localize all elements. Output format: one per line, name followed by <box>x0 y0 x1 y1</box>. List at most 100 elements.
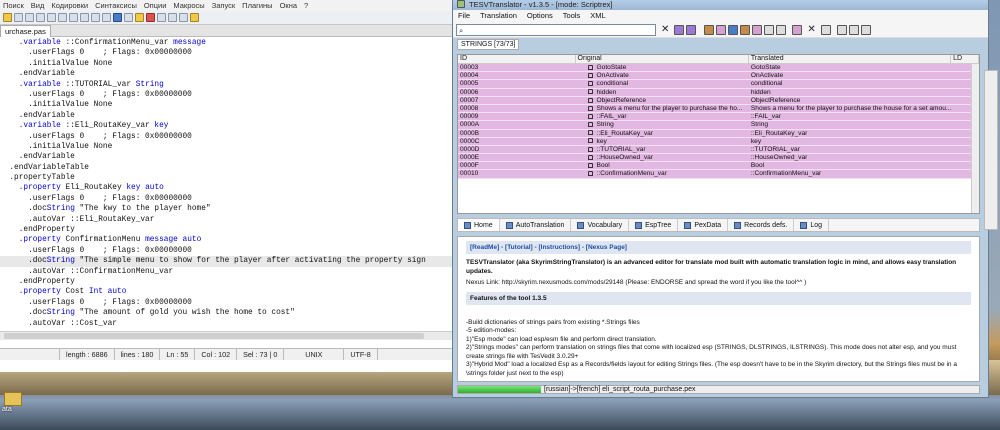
translator-menu-item[interactable]: Tools <box>563 11 581 21</box>
code-line[interactable]: .endVariable <box>0 152 452 162</box>
import-icon[interactable] <box>848 24 859 35</box>
file-tab[interactable]: urchase.pas <box>0 25 51 37</box>
zoom-icon[interactable] <box>113 13 122 22</box>
user-icon[interactable] <box>860 24 871 35</box>
code-line[interactable]: .docString "The kwy to the player home" <box>0 204 452 214</box>
find-icon[interactable] <box>91 13 100 22</box>
grid-row[interactable]: 00007 ObjectReference ObjectReference <box>458 96 979 105</box>
code-line[interactable]: .userFlags 0 ; Flags: 0x00000000 <box>0 90 452 100</box>
code-line[interactable]: .property Cost Int auto <box>0 287 452 297</box>
row-translated[interactable]: Bool <box>749 162 951 169</box>
code-line[interactable]: .userFlags 0 ; Flags: 0x00000000 <box>0 246 452 256</box>
new-file-icon[interactable] <box>3 13 12 22</box>
column-translated[interactable]: Translated <box>749 55 952 63</box>
open-file-icon[interactable] <box>14 13 23 22</box>
play-icon[interactable] <box>168 13 177 22</box>
code-line[interactable]: .docString "The simple menu to show for … <box>0 256 452 267</box>
row-translated[interactable]: ::TUTORIAL_var <box>749 146 951 153</box>
code-line[interactable]: .docString "The amount of gold you wish … <box>0 308 452 318</box>
color-filter-4-icon[interactable] <box>740 24 751 35</box>
tab-log[interactable]: Log <box>794 219 830 231</box>
tab-pexdata[interactable]: PexData <box>678 219 729 231</box>
tab-records-defs[interactable]: Records defs. <box>728 219 795 231</box>
grid-row[interactable]: 00004 OnActivate OnActivate <box>458 72 979 81</box>
select-all-icon[interactable] <box>792 24 803 35</box>
code-line[interactable]: .endVariable <box>0 111 452 121</box>
code-line[interactable]: .initialValue None <box>0 59 452 69</box>
row-translated[interactable]: ::Eli_RoutaKey_var <box>749 130 951 137</box>
color-filter-5-icon[interactable] <box>752 24 763 35</box>
tab-vocabulary[interactable]: Vocabulary <box>571 219 630 231</box>
code-area[interactable]: .variable ::ConfirmationMenu_var message… <box>0 38 452 330</box>
menu-item[interactable]: Окна <box>280 1 297 10</box>
code-line[interactable]: .property Eli_RoutaKey key auto <box>0 183 452 193</box>
grid-row[interactable]: 0000F Bool Bool <box>458 162 979 171</box>
code-line[interactable]: .autoVar ::Eli_RoutaKey_var <box>0 215 452 225</box>
grid-row[interactable]: 0000E::HouseOwned_var::HouseOwned_var <box>458 154 979 163</box>
record-icon[interactable] <box>146 13 155 22</box>
row-translated[interactable]: key <box>749 138 951 145</box>
horizontal-scrollbar[interactable] <box>0 331 452 340</box>
translator-menu-item[interactable]: Translation <box>480 11 517 21</box>
menu-item[interactable]: ? <box>304 1 308 10</box>
tab-esptree[interactable]: EspTree <box>629 219 679 231</box>
code-line[interactable]: .endVariable <box>0 69 452 79</box>
play-multiple-icon[interactable] <box>179 13 188 22</box>
code-line[interactable]: .autoVar ::ConfirmationMenu_var <box>0 267 452 277</box>
strings-tab[interactable]: STRINGS [73/73] <box>457 39 520 50</box>
paste-icon[interactable] <box>58 13 67 22</box>
code-line[interactable]: .initialValue None <box>0 142 452 152</box>
grid-row[interactable]: 0000D::TUTORIAL_var::TUTORIAL_var <box>458 145 979 155</box>
close-filter-icon[interactable]: ✕ <box>807 24 815 35</box>
code-line[interactable]: .userFlags 0 ; Flags: 0x00000000 <box>0 48 452 58</box>
wrap-icon[interactable] <box>124 13 133 22</box>
translator-menu-item[interactable]: Options <box>527 11 553 21</box>
grid-scrollbar[interactable] <box>971 64 979 213</box>
row-translated[interactable]: OnActivate <box>749 72 951 79</box>
save-icon[interactable] <box>25 13 34 22</box>
code-line[interactable]: .variable ::Eli_RoutaKey_var key <box>0 121 452 131</box>
menu-item[interactable]: Макросы <box>173 1 204 10</box>
help-links[interactable]: [ReadMe] - [Tutorial] - [Instructions] -… <box>466 241 971 254</box>
menu-item[interactable]: Запуск <box>212 1 235 10</box>
stop-icon[interactable] <box>157 13 166 22</box>
undo-icon[interactable] <box>69 13 78 22</box>
code-line[interactable]: .initialValue None <box>0 100 452 110</box>
tab-autotranslation[interactable]: AutoTranslation <box>500 219 572 231</box>
replace-icon[interactable] <box>102 13 111 22</box>
code-line[interactable]: .endProperty <box>0 225 452 235</box>
copy-icon[interactable] <box>47 13 56 22</box>
redo-icon[interactable] <box>80 13 89 22</box>
expand-icon[interactable] <box>820 24 831 35</box>
menu-item[interactable]: Плагины <box>242 1 272 10</box>
grid-row[interactable]: 00003 GotoState GotoState <box>458 64 979 73</box>
row-translated[interactable]: ::HouseOwned_var <box>749 154 951 161</box>
color-filter-3-icon[interactable] <box>728 24 739 35</box>
row-translated[interactable]: conditional <box>749 80 951 87</box>
scrollbar-thumb[interactable] <box>4 333 424 339</box>
code-line[interactable]: .endVariableTable <box>0 163 452 173</box>
row-translated[interactable]: ::ConfirmationMenu_var <box>749 170 951 177</box>
grid-row[interactable]: 00008 Shows a menu for the player to purc… <box>458 104 979 114</box>
row-translated[interactable]: ::FAIL_var <box>749 113 951 120</box>
filter-search-icon[interactable] <box>764 24 775 35</box>
row-translated[interactable]: hidden <box>749 89 951 96</box>
grid-row[interactable]: 00006 hidden hidden <box>458 88 979 97</box>
code-line[interactable]: .propertyTable <box>0 173 452 183</box>
filter-question-icon[interactable] <box>776 24 787 35</box>
code-line[interactable]: .userFlags 0 ; Flags: 0x00000000 <box>0 298 452 308</box>
nexus-link-text[interactable]: Nexus Link: http://skyrim.nexusmods.com/… <box>466 279 971 288</box>
right-scrollbar[interactable] <box>984 70 998 230</box>
code-line[interactable]: .property ConfirmationMenu message auto <box>0 235 452 245</box>
row-translated[interactable]: Shows a menu for the player to purchase … <box>749 105 951 112</box>
code-line[interactable]: .userFlags 0 ; Flags: 0x00000000 <box>0 132 452 142</box>
row-translated[interactable]: String <box>749 121 951 128</box>
column-original[interactable]: Original <box>576 55 749 63</box>
row-translated[interactable]: ObjectReference <box>749 97 951 104</box>
color-filter-1-icon[interactable] <box>704 24 715 35</box>
color-filter-2-icon[interactable] <box>716 24 727 35</box>
grid-row[interactable]: 00010::ConfirmationMenu_var::Confirmatio… <box>458 170 979 179</box>
grid-row[interactable]: 00005 conditional conditional <box>458 80 979 89</box>
code-line[interactable]: .autoVar ::Cost_var <box>0 319 452 329</box>
desktop-icon-folder[interactable]: ata <box>2 392 24 418</box>
